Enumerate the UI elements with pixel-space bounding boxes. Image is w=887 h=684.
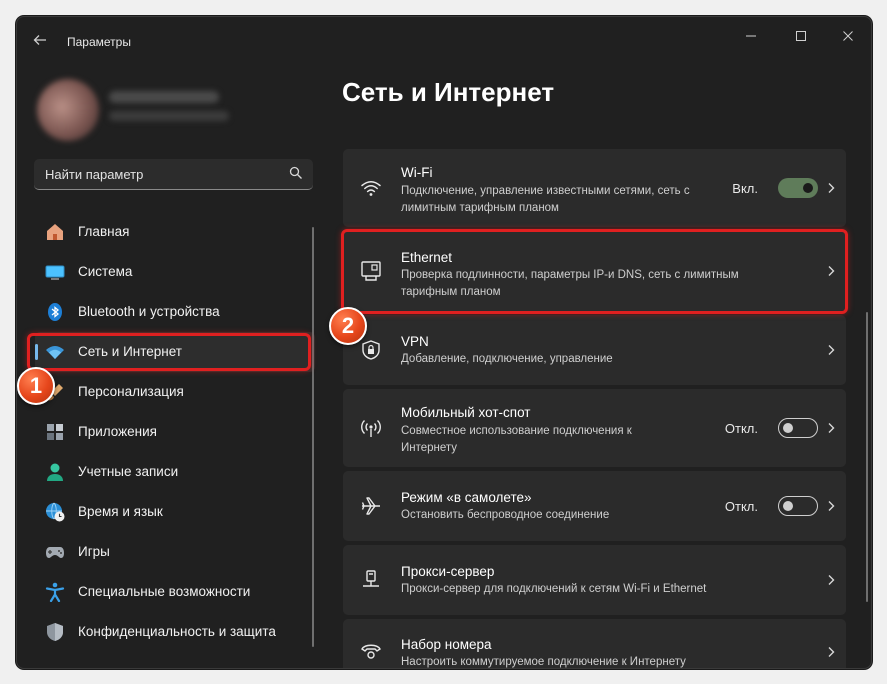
- highlight-ethernet-card: [341, 229, 848, 314]
- sidebar-item-apps[interactable]: Приложения: [35, 412, 315, 452]
- monitor-icon: [45, 265, 65, 280]
- chevron-right-icon: [828, 423, 835, 433]
- sidebar-item-label: Специальные возможности: [78, 584, 251, 599]
- step-badge-1: 1: [17, 367, 55, 405]
- sidebar-item-system[interactable]: Система: [35, 252, 315, 292]
- gamepad-icon: [46, 547, 64, 558]
- step-badge-2: 2: [329, 307, 367, 345]
- card-description: Настроить коммутируемое подключение к Ин…: [401, 656, 686, 668]
- back-button[interactable]: [29, 29, 51, 51]
- bluetooth-icon: [48, 303, 62, 321]
- sidebar-item-label: Главная: [78, 224, 130, 239]
- chevron-right-icon: [828, 345, 835, 355]
- profile-email-blurred: [109, 111, 229, 121]
- search-input[interactable]: Найти параметр: [34, 159, 313, 190]
- profile-name-blurred: [109, 91, 219, 103]
- card-title: VPN: [401, 334, 429, 349]
- sidebar-item-bluetooth[interactable]: Bluetooth и устройства: [35, 292, 315, 332]
- proxy-card[interactable]: Прокси-сервер Прокси-сервер для подключе…: [343, 545, 846, 615]
- chevron-right-icon: [828, 575, 835, 585]
- card-description: Добавление, подключение, управление: [401, 353, 613, 365]
- dialup-icon: [361, 644, 381, 659]
- globe-clock-icon: [46, 502, 65, 522]
- card-description: Остановить беспроводное соединение: [401, 509, 610, 521]
- chevron-right-icon: [828, 183, 835, 193]
- airplane-toggle[interactable]: [778, 496, 818, 516]
- sidebar-item-time-language[interactable]: Время и язык: [35, 492, 315, 532]
- dialup-card[interactable]: Набор номера Настроить коммутируемое под…: [343, 619, 846, 668]
- proxy-icon: [363, 570, 379, 587]
- sidebar-item-label: Приложения: [78, 424, 157, 439]
- highlight-network-nav: [27, 333, 311, 371]
- hotspot-toggle[interactable]: [778, 418, 818, 438]
- chevron-right-icon: [828, 501, 835, 511]
- card-description: Подключение, управление известными сетям…: [401, 185, 690, 214]
- title-bar: Параметры: [17, 17, 871, 57]
- card-title: Мобильный хот-спот: [401, 405, 531, 420]
- sidebar-item-accounts[interactable]: Учетные записи: [35, 452, 315, 492]
- minimize-icon: [746, 35, 756, 37]
- wifi-card[interactable]: Wi-Fi Подключение, управление известными…: [343, 149, 846, 227]
- chevron-right-icon: [828, 647, 835, 657]
- sidebar-item-label: Система: [78, 264, 133, 279]
- maximize-icon: [796, 31, 806, 41]
- shield-icon: [47, 623, 63, 641]
- accessibility-icon: [45, 582, 65, 602]
- apps-icon: [47, 424, 63, 440]
- card-description: Совместное использование подключения к И…: [401, 425, 632, 454]
- toggle-state-label: Откл.: [724, 499, 758, 514]
- card-description: Прокси-сервер для подключений к сетям Wi…: [401, 583, 707, 595]
- sidebar-item-label: Bluetooth и устройства: [78, 304, 220, 319]
- sidebar-item-personalization[interactable]: Персонализация: [35, 372, 315, 412]
- airplane-card[interactable]: Режим «в самолете» Остановить беспроводн…: [343, 471, 846, 541]
- home-icon: [47, 224, 63, 240]
- close-icon: [843, 31, 853, 41]
- wifi-icon: [361, 181, 381, 196]
- hotspot-card[interactable]: Мобильный хот-спот Совместное использова…: [343, 389, 846, 467]
- sidebar-item-privacy[interactable]: Конфиденциальность и защита: [35, 612, 315, 652]
- maximize-button[interactable]: [789, 27, 813, 47]
- sidebar-item-accessibility[interactable]: Специальные возможности: [35, 572, 315, 612]
- sidebar-item-gaming[interactable]: Игры: [35, 532, 315, 572]
- search-placeholder: Найти параметр: [45, 167, 144, 182]
- sidebar-item-home[interactable]: Главная: [35, 212, 315, 252]
- vpn-shield-icon: [362, 340, 380, 360]
- avatar[interactable]: [37, 79, 99, 141]
- main-scrollbar[interactable]: [866, 312, 868, 602]
- search-icon: [289, 166, 302, 179]
- sidebar-item-label: Конфиденциальность и защита: [78, 624, 276, 639]
- vpn-card[interactable]: VPN Добавление, подключение, управление: [343, 315, 846, 385]
- card-title: Wi-Fi: [401, 165, 433, 180]
- sidebar-scrollbar[interactable]: [312, 227, 314, 647]
- sidebar-nav: Главная Система Bluetooth и устройства С…: [35, 212, 315, 652]
- card-title: Режим «в самолете»: [401, 490, 532, 505]
- airplane-icon: [361, 497, 380, 515]
- card-title: Прокси-сервер: [401, 564, 495, 579]
- sidebar-item-label: Персонализация: [78, 384, 184, 399]
- back-arrow-icon: [33, 35, 46, 45]
- toggle-state-label: Вкл.: [732, 181, 758, 196]
- toggle-state-label: Откл.: [724, 421, 758, 436]
- hotspot-icon: [361, 419, 381, 437]
- sidebar-item-label: Игры: [78, 544, 110, 559]
- close-button[interactable]: [836, 27, 860, 47]
- card-title: Набор номера: [401, 637, 492, 652]
- person-icon: [47, 463, 63, 481]
- settings-window: Параметры Найти параметр Главная Система…: [16, 16, 872, 669]
- sidebar-item-label: Время и язык: [78, 504, 163, 519]
- sidebar-item-label: Учетные записи: [78, 464, 179, 479]
- wifi-toggle[interactable]: [778, 178, 818, 198]
- page-title: Сеть и Интернет: [342, 77, 555, 107]
- app-title: Параметры: [67, 35, 131, 49]
- minimize-button[interactable]: [739, 27, 763, 47]
